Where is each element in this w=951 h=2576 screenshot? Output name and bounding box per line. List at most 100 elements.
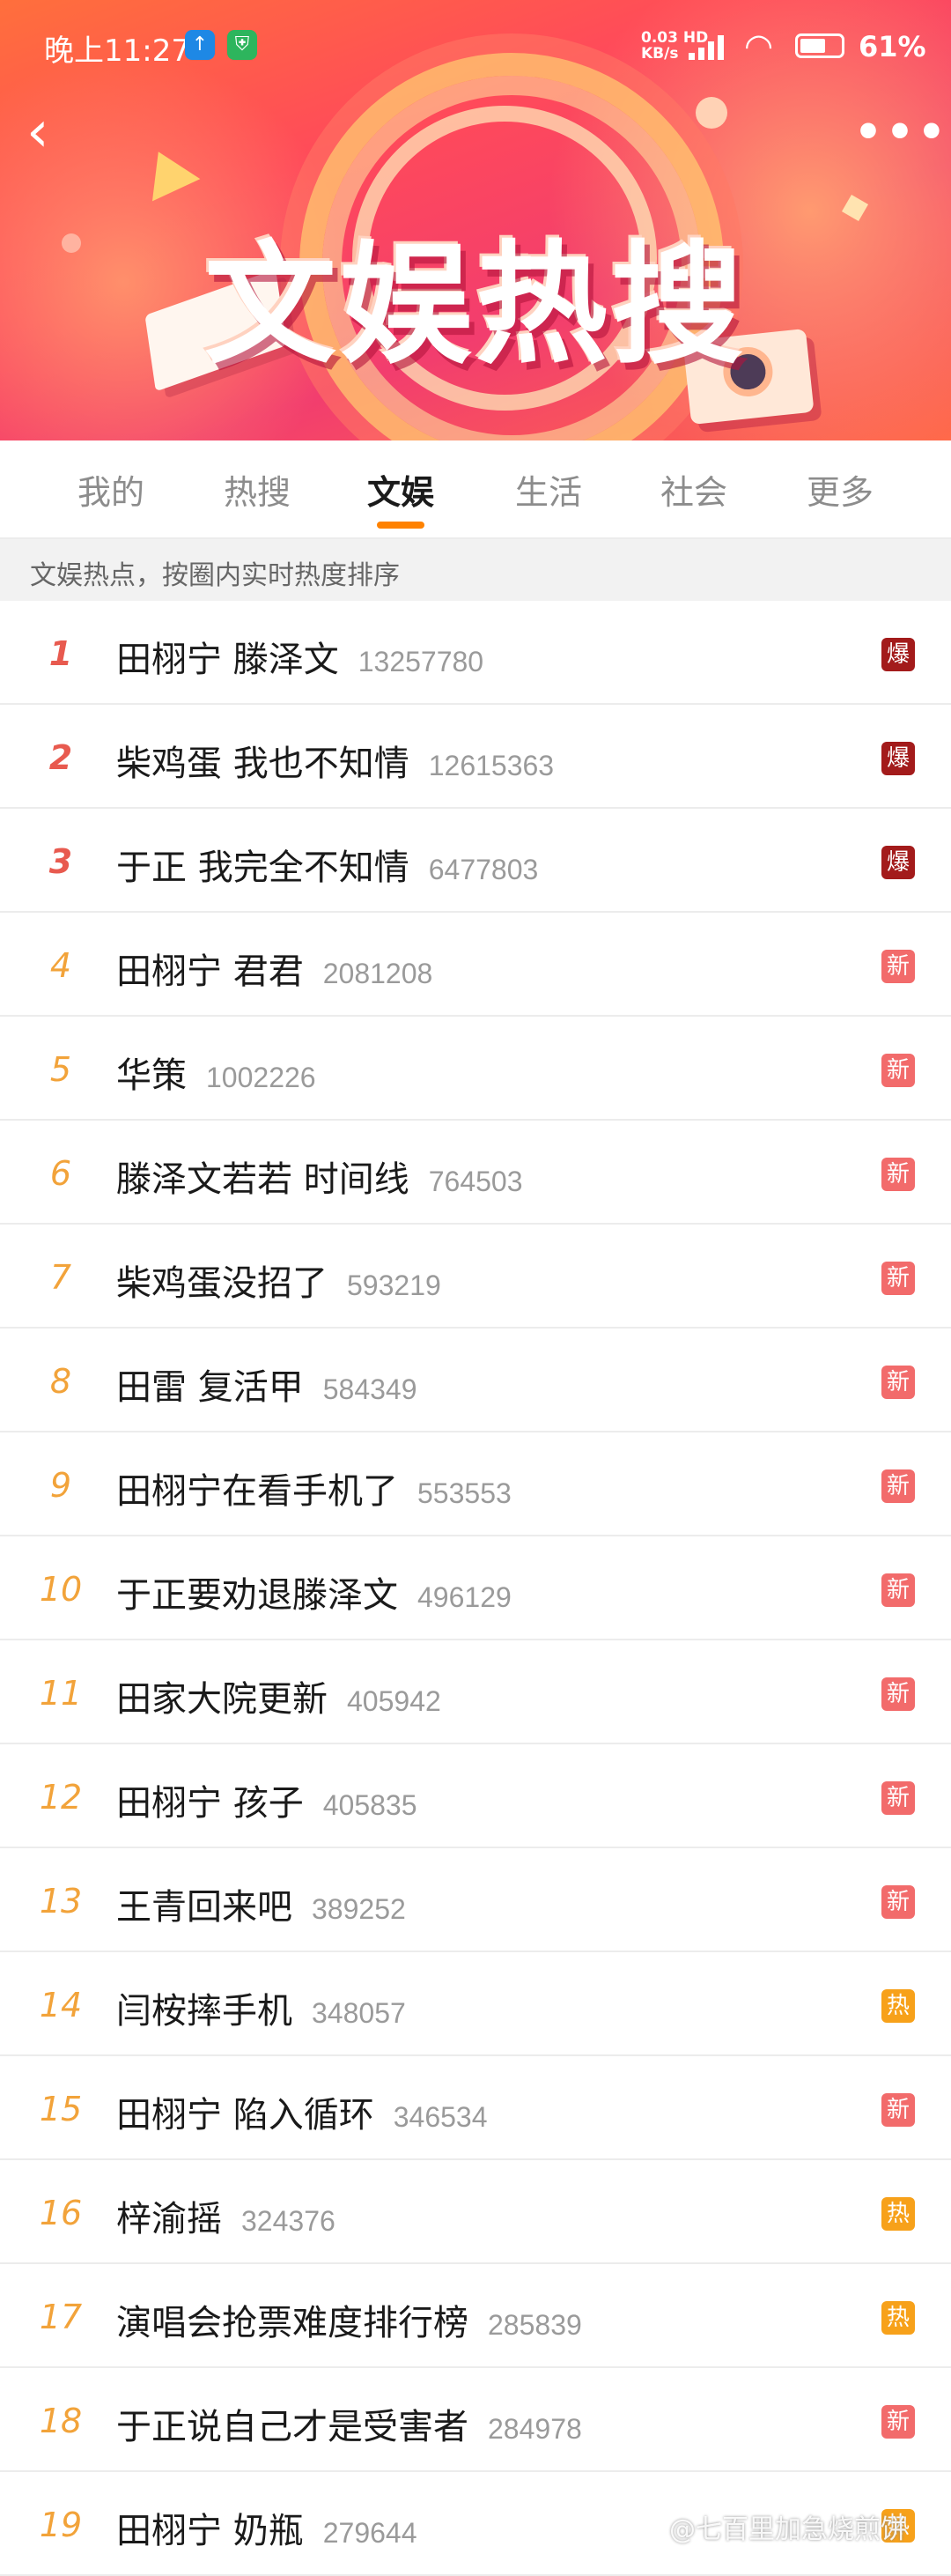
more-options-button[interactable]: ••• — [854, 106, 946, 159]
list-item[interactable]: 6 滕泽文若若 时间线 764503 新 — [0, 1121, 951, 1225]
heat-value: 324376 — [241, 2205, 335, 2237]
status-badge: 新 — [881, 1262, 915, 1295]
list-item[interactable]: 3 于正 我完全不知情 6477803 爆 — [0, 809, 951, 913]
heat-value: 1002226 — [206, 1062, 316, 1093]
topic-title-text: 柴鸡蛋 我也不知情 — [116, 744, 409, 784]
topic-title: 田雷 复活甲 584349 — [116, 1358, 417, 1410]
heat-value: 764503 — [428, 1166, 523, 1197]
status-badge: 热 — [881, 2301, 915, 2335]
topic-title-text: 田栩宁 孩子 — [116, 1783, 304, 1824]
status-badge: 新 — [881, 1366, 915, 1399]
topic-title-text: 田栩宁在看手机了 — [116, 1471, 398, 1512]
list-item[interactable]: 15 田栩宁 陷入循环 346534 新 — [0, 2056, 951, 2160]
list-item[interactable]: 1 田栩宁 滕泽文 13257780 爆 — [0, 601, 951, 705]
heat-value: 584349 — [322, 1373, 417, 1405]
rank-number: 16 — [39, 2194, 83, 2232]
topic-title: 演唱会抢票难度排行榜 285839 — [116, 2294, 582, 2345]
list-item[interactable]: 2 柴鸡蛋 我也不知情 12615363 爆 — [0, 705, 951, 809]
rank-number: 3 — [48, 842, 73, 881]
rank-number: 2 — [48, 738, 73, 777]
list-item[interactable]: 7 柴鸡蛋没招了 593219 新 — [0, 1225, 951, 1329]
topic-title-text: 田栩宁 滕泽文 — [116, 640, 339, 680]
heat-value: 496129 — [417, 1581, 512, 1613]
header-banner: 文娱热搜 晚上11:27 ↑ ⛨ 0.03 HD KB/s ◠ 61% ‹ ••… — [0, 0, 951, 440]
list-item[interactable]: 9 田栩宁在看手机了 553553 新 — [0, 1432, 951, 1536]
rank-number: 10 — [39, 1570, 83, 1609]
category-tabs: 我的 热搜 文娱 生活 社会 更多 — [0, 440, 951, 539]
watermark: @七百里加急烧煎饼 — [669, 2514, 907, 2545]
heat-value: 405835 — [322, 1789, 417, 1821]
topic-title-text: 田栩宁 陷入循环 — [116, 2095, 374, 2136]
topic-title-text: 田栩宁 君君 — [116, 951, 304, 992]
status-badge: 新 — [881, 950, 915, 983]
topic-title-text: 华策 — [116, 1055, 187, 1096]
list-item[interactable]: 17 演唱会抢票难度排行榜 285839 热 — [0, 2264, 951, 2368]
topic-title-text: 梓渝摇 — [116, 2199, 222, 2239]
status-badge: 新 — [881, 1573, 915, 1607]
topic-title-text: 于正 我完全不知情 — [116, 848, 409, 888]
list-item[interactable]: 16 梓渝摇 324376 热 — [0, 2160, 951, 2264]
topic-title: 于正 我完全不知情 6477803 — [116, 839, 538, 890]
rank-number: 17 — [39, 2298, 83, 2336]
list-item[interactable]: 18 于正说自己才是受害者 284978 新 — [0, 2368, 951, 2472]
status-bar: 晚上11:27 ↑ ⛨ 0.03 HD KB/s ◠ 61% — [0, 0, 951, 88]
heat-value: 553553 — [417, 1477, 512, 1509]
heat-value: 348057 — [312, 1997, 406, 2029]
topic-title: 滕泽文若若 时间线 764503 — [116, 1151, 523, 1202]
list-item[interactable]: 5 华策 1002226 新 — [0, 1017, 951, 1121]
rank-number: 4 — [49, 946, 72, 985]
tab-life[interactable]: 生活 — [500, 465, 597, 514]
status-badge: 新 — [881, 1469, 915, 1503]
list-item[interactable]: 12 田栩宁 孩子 405835 新 — [0, 1744, 951, 1848]
tab-entertainment[interactable]: 文娱 — [352, 465, 449, 514]
topic-title: 田栩宁 奶瓶 279644 — [116, 2502, 417, 2553]
signal-icon — [689, 33, 727, 60]
rank-number: 5 — [49, 1050, 72, 1089]
heat-value: 2081208 — [322, 958, 433, 989]
topic-title-text: 于正说自己才是受害者 — [116, 2407, 468, 2447]
list-item[interactable]: 4 田栩宁 君君 2081208 新 — [0, 913, 951, 1017]
chevron-left-icon: ‹ — [26, 100, 49, 165]
topic-title: 田栩宁 君君 2081208 — [116, 943, 432, 994]
status-badge: 新 — [881, 2093, 915, 2127]
list-item[interactable]: 10 于正要劝退滕泽文 496129 新 — [0, 1536, 951, 1640]
tab-hot-search[interactable]: 热搜 — [209, 465, 306, 514]
topic-title-text: 闫桉摔手机 — [116, 1991, 292, 2032]
list-item[interactable]: 14 闫桉摔手机 348057 热 — [0, 1952, 951, 2056]
rank-number: 1 — [48, 634, 73, 673]
status-badge: 新 — [881, 1781, 915, 1815]
rank-number: 8 — [49, 1362, 72, 1401]
heat-value: 405942 — [347, 1685, 441, 1717]
topic-title: 田栩宁在看手机了 553553 — [116, 1462, 512, 1514]
topic-title: 田栩宁 陷入循环 346534 — [116, 2086, 488, 2137]
rank-number: 6 — [49, 1154, 72, 1193]
status-badge: 新 — [881, 1885, 915, 1919]
list-item[interactable]: 8 田雷 复活甲 584349 新 — [0, 1329, 951, 1432]
shield-icon: ⛨ — [227, 30, 257, 60]
status-badge: 热 — [881, 1989, 915, 2023]
status-time: 晚上11:27 — [44, 33, 190, 69]
battery-percent: 61% — [859, 30, 926, 63]
tab-more[interactable]: 更多 — [792, 465, 888, 514]
topic-title-text: 田家大院更新 — [116, 1679, 328, 1720]
topic-title: 田栩宁 滕泽文 13257780 — [116, 631, 483, 682]
list-description: 文娱热点，按圈内实时热度排序 — [0, 539, 951, 601]
heat-value: 593219 — [347, 1269, 441, 1301]
topic-title-text: 滕泽文若若 时间线 — [116, 1159, 409, 1200]
rank-number: 7 — [49, 1258, 72, 1297]
rank-number: 9 — [49, 1466, 72, 1505]
topic-title-text: 于正要劝退滕泽文 — [116, 1575, 398, 1616]
tab-society[interactable]: 社会 — [645, 465, 742, 514]
topic-title-text: 田雷 复活甲 — [116, 1367, 304, 1408]
tab-mine[interactable]: 我的 — [63, 465, 159, 514]
status-badge: 爆 — [881, 742, 915, 775]
status-badge: 新 — [881, 1677, 915, 1711]
list-item[interactable]: 13 王青回来吧 389252 新 — [0, 1848, 951, 1952]
back-button[interactable]: ‹ — [26, 101, 79, 163]
list-item[interactable]: 11 田家大院更新 405942 新 — [0, 1640, 951, 1744]
topic-title: 闫桉摔手机 348057 — [116, 1982, 406, 2033]
rank-number: 18 — [39, 2402, 83, 2440]
topic-title: 柴鸡蛋 我也不知情 12615363 — [116, 735, 554, 786]
rank-number: 14 — [39, 1986, 83, 2025]
list-description-text: 文娱热点，按圈内实时热度排序 — [30, 560, 400, 591]
